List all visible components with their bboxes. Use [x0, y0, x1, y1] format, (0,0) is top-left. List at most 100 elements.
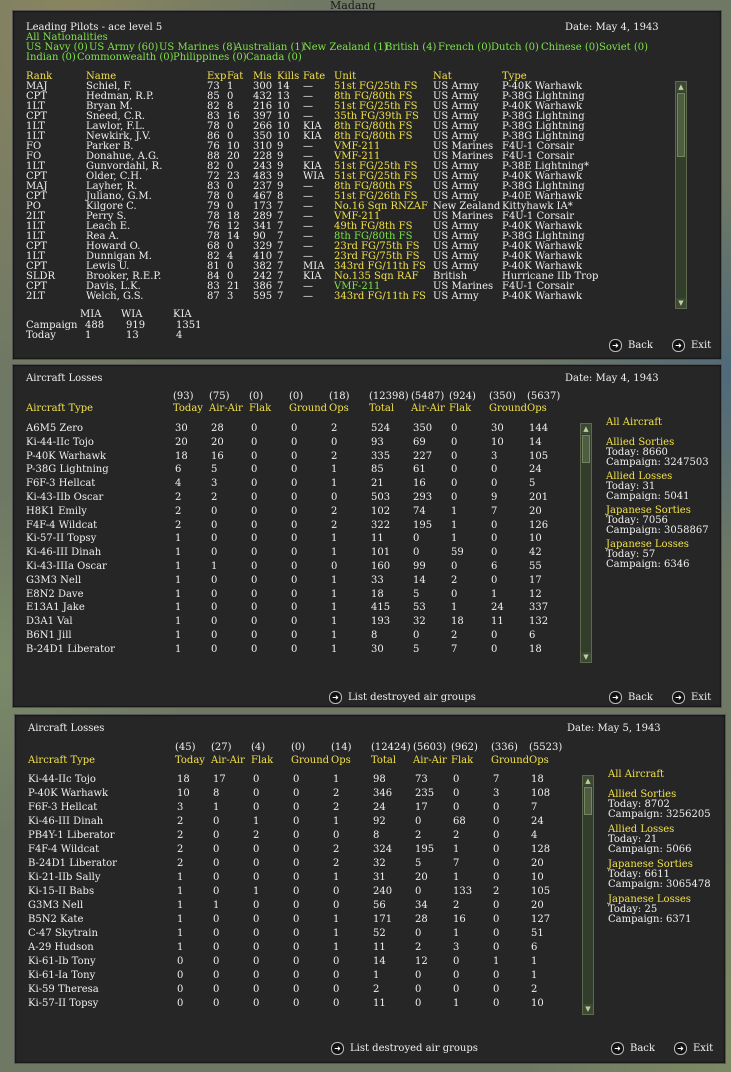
column-header[interactable]: Flak	[249, 403, 271, 414]
aircraft-name[interactable]: E8N2 Dave	[26, 589, 84, 600]
column-header[interactable]: Air-Air	[211, 755, 245, 766]
table-row[interactable]: C-47 Skytrain 1 0 0 0 1 52 0 1 0 51	[15, 929, 725, 939]
nationality-filter[interactable]: Soviet (0)	[599, 42, 648, 53]
losses-scrollbar[interactable]: ▲ ▼	[580, 423, 592, 663]
aircraft-name[interactable]: PB4Y-1 Liberator	[28, 831, 115, 841]
table-row[interactable]: B6N1 Jill 1 0 0 0 1 8 0 2 0 6	[13, 631, 721, 641]
scroll-thumb[interactable]	[677, 93, 685, 157]
back-button[interactable]: ➜ Back	[611, 1042, 655, 1055]
scroll-down-icon[interactable]: ▼	[676, 298, 686, 308]
aircraft-name[interactable]: G3M3 Nell	[28, 901, 83, 911]
column-header[interactable]: Today	[173, 403, 203, 414]
column-header[interactable]: Flak	[449, 403, 471, 414]
scroll-up-icon[interactable]: ▲	[676, 82, 686, 92]
table-row[interactable]: Ki-57-II Topsy 0 0 0 0 0 11 0 1 0 10	[15, 999, 725, 1009]
aircraft-name[interactable]: P-38G Lightning	[26, 465, 109, 475]
column-header[interactable]: Ground	[289, 403, 327, 414]
column-header[interactable]: Total	[369, 403, 394, 414]
nationality-filter[interactable]: Indian (0)	[26, 52, 76, 63]
table-row[interactable]: Ki-61-Ia Tony 0 0 0 0 0 1 0 0 0 1	[15, 971, 725, 981]
column-header[interactable]: Air-Air	[209, 403, 243, 414]
aircraft-name[interactable]: Ki-43-IIb Oscar	[26, 493, 103, 503]
table-row[interactable]: A-29 Hudson 1 0 0 0 1 11 2 3 0 6	[15, 943, 725, 953]
exit-button[interactable]: ➜ Exit	[672, 339, 711, 352]
nationality-filter[interactable]: Canada (0)	[246, 52, 302, 63]
aircraft-name[interactable]: G3M3 Nell	[26, 575, 81, 586]
aircraft-name[interactable]: Ki-46-III Dinah	[28, 817, 103, 827]
list-destroyed-air-groups-button[interactable]: ➜ List destroyed air groups	[331, 1042, 478, 1055]
table-row[interactable]: D3A1 Val 1 0 0 0 1 193 32 18 11 132	[13, 617, 721, 627]
aircraft-name[interactable]: P-40K Warhawk	[28, 789, 108, 799]
exit-button[interactable]: ➜ Exit	[674, 1042, 713, 1055]
aircraft-name[interactable]: Ki-57-II Topsy	[28, 999, 98, 1009]
aircraft-name[interactable]: Ki-61-Ib Tony	[28, 957, 96, 967]
nationality-filter[interactable]: Philippines (0)	[173, 52, 247, 63]
table-row[interactable]: E8N2 Dave 1 0 0 0 1 18 5 0 1 12	[13, 589, 721, 600]
nationality-filter[interactable]: British (4)	[385, 42, 436, 53]
aircraft-name[interactable]: D3A1 Val	[26, 617, 73, 627]
aircraft-name[interactable]: Ki-44-IIc Tojo	[26, 437, 94, 448]
scroll-thumb[interactable]	[582, 435, 590, 463]
all-aircraft-label[interactable]: All Aircraft	[608, 770, 664, 780]
scroll-down-icon[interactable]: ▼	[583, 1004, 593, 1014]
column-header[interactable]: Ops	[529, 755, 549, 766]
table-row[interactable]: B-24D1 Liberator 1 0 0 0 1 30 5 7 0 18	[13, 644, 721, 655]
back-button[interactable]: ➜ Back	[609, 339, 653, 352]
column-header[interactable]: Air-Air	[411, 403, 445, 414]
aircraft-name[interactable]: A-29 Hudson	[28, 943, 94, 953]
aircraft-name[interactable]: Ki-15-II Babs	[28, 887, 94, 897]
aircraft-name[interactable]: Ki-59 Theresa	[28, 985, 99, 995]
table-row[interactable]: Ki-59 Theresa 0 0 0 0 0 2 0 0 0 2	[15, 985, 725, 995]
column-header[interactable]: Air-Air	[413, 755, 447, 766]
aircraft-name[interactable]: B-24D1 Liberator	[28, 859, 117, 869]
nationality-filter[interactable]: New Zealand (1)	[303, 42, 388, 53]
aircraft-name[interactable]: C-47 Skytrain	[28, 929, 98, 939]
aircraft-name[interactable]: B5N2 Kate	[28, 915, 83, 925]
column-header[interactable]: Flak	[251, 755, 273, 766]
table-row[interactable]: G3M3 Nell 1 0 0 0 1 33 14 2 0 17	[13, 575, 721, 586]
aircraft-name[interactable]: Ki-44-IIc Tojo	[28, 775, 96, 785]
exit-button[interactable]: ➜ Exit	[672, 691, 711, 704]
pilots-scrollbar[interactable]: ▲ ▼	[675, 81, 687, 309]
column-header[interactable]: Ground	[291, 755, 329, 766]
table-row[interactable]: 2LT Welch, G.S. 87 3 595 7 — 343rd FG/11th FS US…	[13, 292, 721, 302]
column-header[interactable]: Today	[175, 755, 205, 766]
aircraft-name[interactable]: Ki-57-II Topsy	[26, 534, 96, 544]
aircraft-name[interactable]: Ki-46-III Dinah	[26, 548, 101, 558]
aircraft-name[interactable]: B6N1 Jill	[26, 631, 72, 641]
aircraft-name[interactable]: H8K1 Emily	[26, 506, 87, 517]
column-header[interactable]: Total	[371, 755, 396, 766]
column-header[interactable]: Ground	[491, 755, 529, 766]
nationality-filter[interactable]: French (0)	[438, 42, 491, 53]
column-header[interactable]: Ops	[329, 403, 349, 414]
scroll-down-icon[interactable]: ▼	[581, 652, 591, 662]
losses-scrollbar[interactable]: ▲ ▼	[582, 775, 594, 1015]
aircraft-name[interactable]: Ki-61-Ia Tony	[28, 971, 95, 981]
back-button[interactable]: ➜ Back	[609, 691, 653, 704]
aircraft-type-header[interactable]: Aircraft Type	[28, 755, 95, 766]
scroll-thumb[interactable]	[584, 787, 592, 815]
scroll-up-icon[interactable]: ▲	[581, 424, 591, 434]
aircraft-name[interactable]: F6F-3 Hellcat	[26, 479, 95, 489]
nationality-filter[interactable]: Chinese (0)	[541, 42, 599, 53]
aircraft-name[interactable]: Ki-21-IIb Sally	[28, 873, 101, 883]
aircraft-name[interactable]: E13A1 Jake	[26, 603, 85, 613]
table-row[interactable]: Ki-61-Ib Tony 0 0 0 0 0 14 12 0 1 1	[15, 957, 725, 967]
aircraft-name[interactable]: F6F-3 Hellcat	[28, 803, 97, 813]
aircraft-name[interactable]: B-24D1 Liberator	[26, 644, 115, 655]
column-header[interactable]: Ops	[331, 755, 351, 766]
table-cell[interactable]: 343rd FG/11th FS	[334, 292, 426, 302]
list-destroyed-air-groups-button[interactable]: ➜ List destroyed air groups	[329, 691, 476, 704]
nationality-filter[interactable]: Commonwealth (0)	[77, 52, 174, 63]
aircraft-name[interactable]: F4F-4 Wildcat	[28, 845, 99, 855]
all-aircraft-label[interactable]: All Aircraft	[606, 418, 662, 428]
scroll-up-icon[interactable]: ▲	[583, 776, 593, 786]
aircraft-type-header[interactable]: Aircraft Type	[26, 403, 93, 414]
aircraft-name[interactable]: Ki-43-IIIa Oscar	[26, 562, 107, 572]
column-header[interactable]: Ground	[489, 403, 527, 414]
aircraft-name[interactable]: A6M5 Zero	[26, 424, 83, 434]
aircraft-name[interactable]: P-40K Warhawk	[26, 451, 106, 462]
table-row[interactable]: E13A1 Jake 1 0 0 0 1 415 53 1 24 337	[13, 603, 721, 613]
aircraft-name[interactable]: F4F-4 Wildcat	[26, 520, 97, 531]
column-header[interactable]: Flak	[451, 755, 473, 766]
